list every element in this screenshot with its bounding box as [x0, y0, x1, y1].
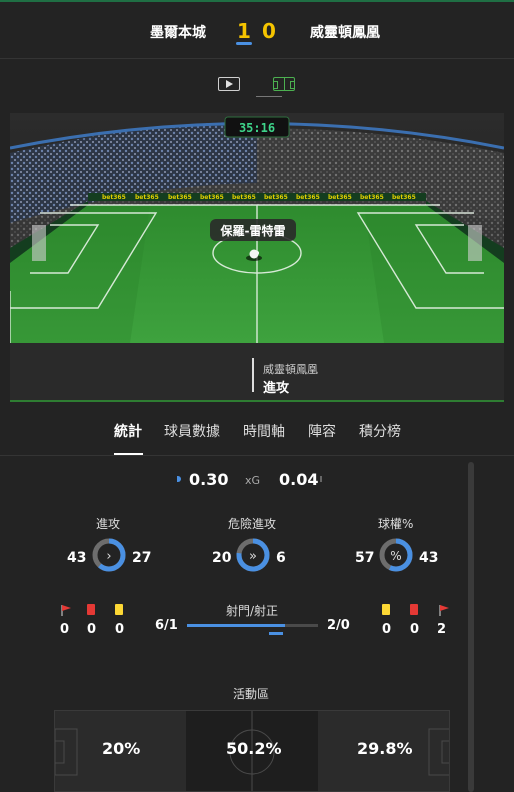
red-card-icon [87, 604, 95, 615]
stat-home-attacks: 43 [67, 550, 87, 566]
scrollbar[interactable] [468, 462, 474, 792]
xg-label: xG [245, 474, 261, 487]
stat-home-possession: 57 [355, 550, 375, 566]
shots-on-target-bar [269, 632, 283, 635]
tab-lineups[interactable]: 陣容 [308, 421, 336, 441]
svg-text:bet365: bet365 [135, 194, 159, 201]
view-switch [0, 75, 514, 97]
tab-player-stats[interactable]: 球員數據 [164, 421, 220, 441]
live-pitch-animation[interactable]: bet365 bet365 bet365 bet365 bet365 bet365 be… [10, 113, 504, 343]
home-shots: 6/1 [155, 618, 178, 633]
middle-zone-value: 50.2% [226, 739, 282, 758]
home-yellow-cards: 0 [115, 622, 125, 637]
ad-board-text: bet365 [102, 194, 126, 201]
stat-title-attacks: 進攻 [96, 517, 121, 531]
svg-text:bet365: bet365 [296, 194, 320, 201]
corner-flag-icon [61, 605, 71, 616]
corner-flag-icon [439, 605, 449, 616]
view-active-indicator [256, 96, 282, 97]
xg-away-value: 0.04 [279, 470, 319, 489]
pitch-icon[interactable] [273, 77, 295, 91]
chevron-right-icon: › [106, 549, 111, 564]
player-name-label: 保羅-雷特雷 [220, 223, 286, 238]
svg-text:bet365: bet365 [264, 194, 288, 201]
shots-title: 射門/射正 [226, 604, 279, 618]
play-icon[interactable] [218, 77, 240, 91]
stat-away-attacks: 27 [132, 550, 152, 566]
away-red-cards: 0 [410, 622, 420, 637]
home-score: 1 [237, 19, 251, 43]
svg-text:bet365: bet365 [360, 194, 384, 201]
svg-text:bet365: bet365 [200, 194, 224, 201]
home-team-name[interactable]: 墨爾本城 [150, 22, 206, 42]
tab-timeline[interactable]: 時間軸 [243, 421, 285, 441]
xg-home-value: 0.30 [189, 470, 229, 489]
dangerous-attacks-donut: » [236, 538, 270, 572]
match-clock: 35:16 [239, 121, 275, 135]
xg-row: 0.30 xG 0.04 [0, 468, 514, 490]
tab-standings[interactable]: 積分榜 [359, 421, 401, 441]
xg-home-bar [177, 476, 181, 482]
stat-title-possession: 球權% [378, 517, 414, 531]
svg-text:bet365: bet365 [232, 194, 256, 201]
double-chevron-icon: » [249, 549, 257, 564]
tabs-divider [0, 455, 514, 456]
score-indicator [236, 42, 252, 45]
percent-icon: % [390, 549, 401, 563]
yellow-card-icon [115, 604, 123, 615]
stadium-graphic: bet365 bet365 bet365 bet365 bet365 bet365 be… [10, 113, 504, 343]
svg-text:bet365: bet365 [392, 194, 416, 201]
stat-home-dangerous-attacks: 20 [212, 550, 232, 566]
away-score: 0 [262, 19, 276, 43]
yellow-card-icon [382, 604, 390, 615]
away-corners: 2 [437, 622, 447, 637]
event-action: 進攻 [263, 381, 290, 396]
xg-away-bar [320, 476, 322, 482]
away-zone-value: 29.8% [357, 739, 413, 758]
red-card-icon [410, 604, 418, 615]
away-shots: 2/0 [327, 618, 350, 633]
event-team: 威靈頓鳳凰 [263, 363, 318, 376]
header-divider [0, 58, 514, 59]
possession-donut: % [379, 538, 413, 572]
home-red-cards: 0 [87, 622, 97, 637]
stat-title-dangerous-attacks: 危險進攻 [228, 517, 277, 531]
shots-bar-home [187, 624, 286, 627]
stat-away-possession: 43 [419, 550, 439, 566]
tab-stats[interactable]: 統計 [114, 421, 142, 441]
svg-text:bet365: bet365 [168, 194, 192, 201]
pitch-bottom-line [10, 400, 504, 402]
svg-text:bet365: bet365 [328, 194, 352, 201]
away-yellow-cards: 0 [382, 622, 392, 637]
activity-zone-title: 活動區 [233, 687, 270, 701]
event-marker [252, 358, 254, 392]
home-corners: 0 [60, 622, 70, 637]
stat-away-dangerous-attacks: 6 [276, 550, 286, 566]
home-zone-value: 20% [102, 739, 141, 758]
away-team-name[interactable]: 威靈頓鳳凰 [310, 22, 380, 42]
score-header: 墨爾本城 1 0 威靈頓鳳凰 [0, 2, 514, 58]
attacks-donut: › [92, 538, 126, 572]
event-panel [10, 343, 504, 401]
